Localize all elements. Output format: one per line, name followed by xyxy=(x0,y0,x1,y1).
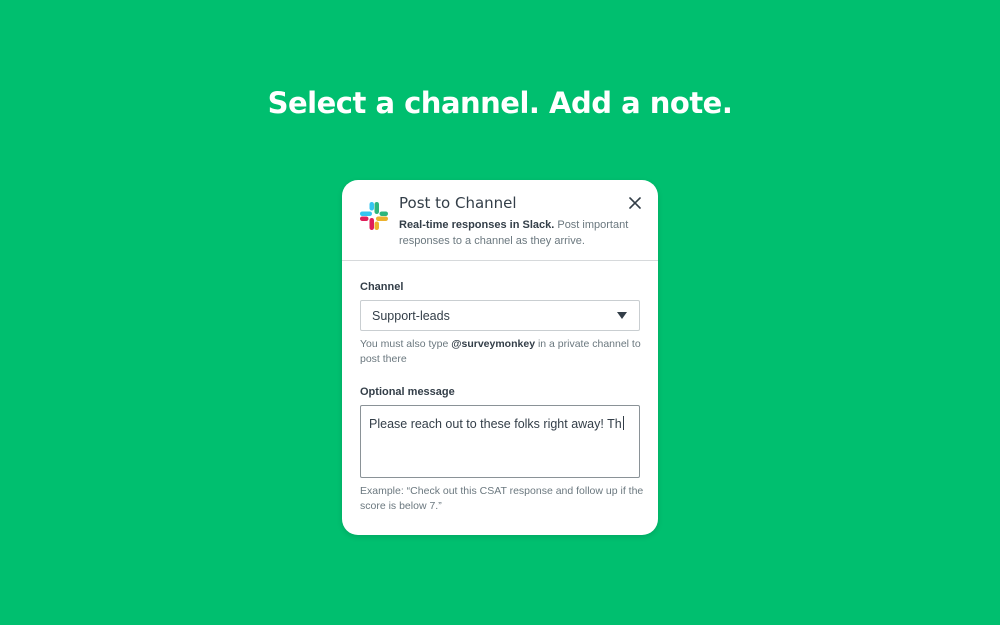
message-label: Optional message xyxy=(360,386,455,398)
dialog-header: Post to Channel Real-time responses in S… xyxy=(342,180,658,261)
slack-logo-icon xyxy=(360,202,388,230)
text-cursor xyxy=(622,416,624,430)
page-headline: Select a channel. Add a note. xyxy=(267,86,733,120)
hint-prefix: You must also type xyxy=(360,338,452,350)
hint-mention: @surveymonkey xyxy=(451,338,536,350)
message-example-hint: Example: “Check out this CSAT response a… xyxy=(360,485,644,512)
channel-select[interactable]: Support-leads xyxy=(360,300,640,331)
message-text: Please reach out to these folks right aw… xyxy=(369,417,622,431)
description-bold: Real-time responses in Slack. xyxy=(399,219,555,231)
dialog-title: Post to Channel xyxy=(399,194,517,212)
caret-down-icon xyxy=(617,312,627,319)
close-icon[interactable] xyxy=(628,196,642,210)
post-to-channel-dialog: Post to Channel Real-time responses in S… xyxy=(342,180,658,535)
channel-hint: You must also type @surveymonkey in a pr… xyxy=(360,337,645,367)
dialog-description: Real-time responses in Slack. Post impor… xyxy=(399,218,639,249)
channel-selected-value: Support-leads xyxy=(372,309,450,323)
channel-label: Channel xyxy=(360,281,404,293)
message-textarea[interactable]: Please reach out to these folks right aw… xyxy=(360,405,640,478)
